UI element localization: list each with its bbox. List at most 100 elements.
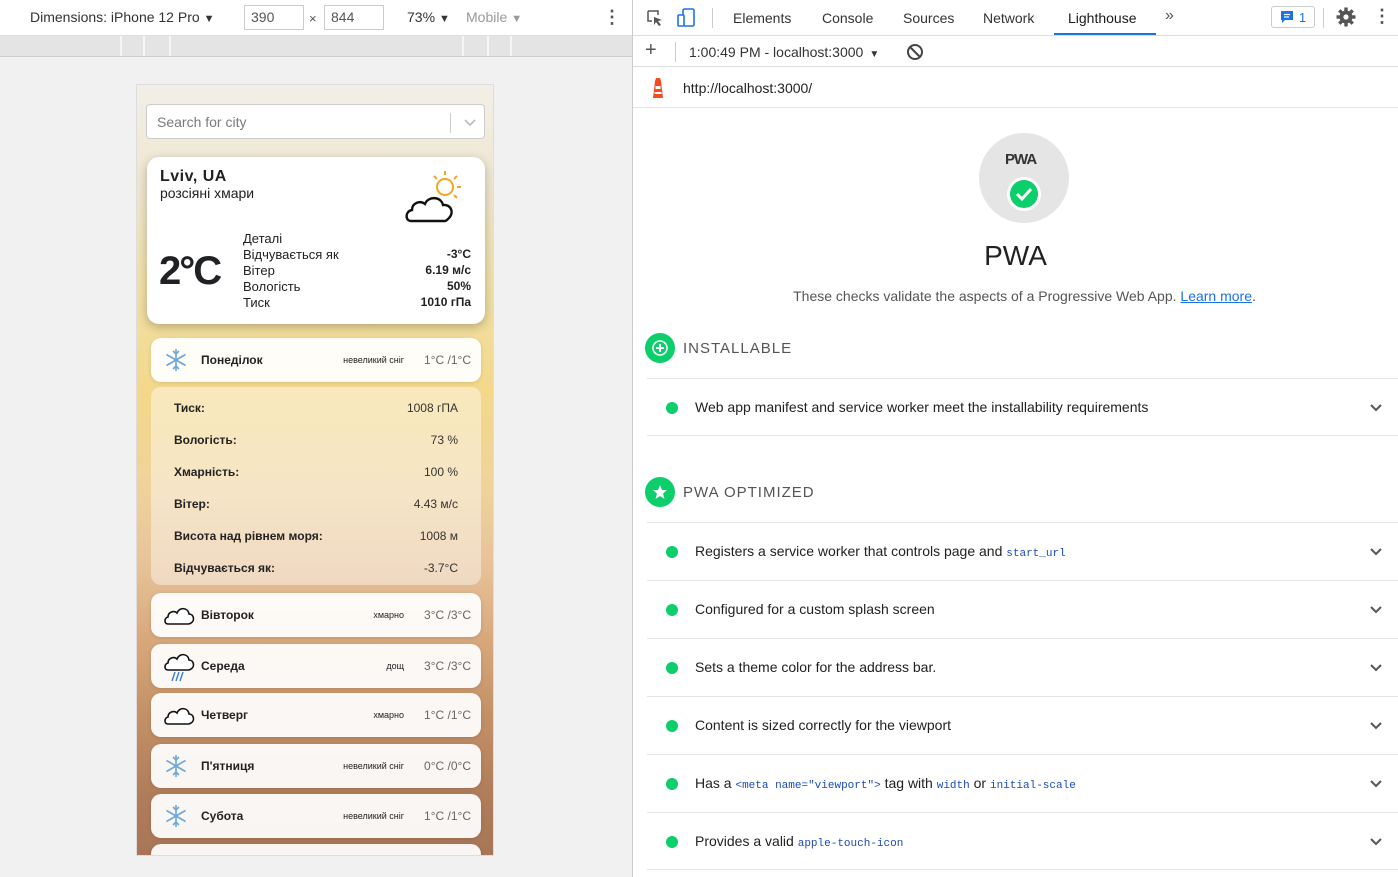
clear-report-icon[interactable] bbox=[906, 43, 924, 61]
group-pwa-optimized: PWA OPTIMIZED bbox=[645, 477, 815, 507]
caret-down-icon: ▼ bbox=[203, 13, 215, 25]
lighthouse-icon bbox=[653, 78, 663, 98]
detail-row: Відчувається як: -3.7°C bbox=[174, 561, 458, 575]
report-selector[interactable]: 1:00:49 PM - localhost:3000 ▼ bbox=[689, 44, 879, 60]
detail-row: Відчувається як -3°C bbox=[243, 247, 471, 262]
city-name: Lviv, UA bbox=[160, 168, 227, 185]
new-report-icon[interactable]: + bbox=[645, 39, 657, 62]
forecast-day-item[interactable]: Вівторок хмарно 3°C /3°C bbox=[151, 593, 481, 637]
forecast-day-item[interactable] bbox=[151, 844, 481, 855]
category-description: These checks validate the aspects of a P… bbox=[793, 288, 1256, 304]
more-options-icon[interactable]: ⋮ bbox=[603, 7, 621, 27]
ruler-tick[interactable] bbox=[462, 36, 464, 56]
chevron-down-icon[interactable] bbox=[461, 113, 479, 131]
forecast-day-item[interactable]: Понеділок невеликий сніг 1°C /1°C bbox=[151, 338, 481, 382]
message-icon bbox=[1280, 11, 1293, 23]
tab-sources[interactable]: Sources bbox=[903, 10, 954, 26]
ruler-tick[interactable] bbox=[120, 36, 122, 56]
pass-indicator bbox=[666, 402, 678, 414]
audit-item[interactable]: Provides a valid apple-touch-icon bbox=[647, 812, 1398, 870]
snowflake-icon bbox=[166, 805, 186, 827]
caret-down-icon: ▼ bbox=[511, 13, 523, 25]
pass-indicator bbox=[666, 836, 678, 848]
audit-item[interactable]: Configured for a custom splash screen bbox=[647, 580, 1398, 638]
cloud-icon bbox=[164, 707, 195, 725]
device-toolbar: Dimensions: iPhone 12 Pro ▼ 390 × 844 73%… bbox=[0, 0, 632, 35]
pass-indicator bbox=[666, 662, 678, 674]
snowflake-icon bbox=[166, 755, 186, 777]
zoom-selector[interactable]: 73% ▼ bbox=[407, 9, 450, 25]
snowflake-icon bbox=[166, 349, 186, 371]
pass-indicator bbox=[666, 778, 678, 790]
select-separator bbox=[450, 113, 451, 133]
rain-icon bbox=[164, 653, 195, 682]
tab-elements[interactable]: Elements bbox=[733, 10, 791, 26]
pwa-logo: PWA bbox=[1005, 151, 1037, 168]
detail-row: Висота над рівнем моря: 1008 м bbox=[174, 529, 458, 543]
issues-badge[interactable]: 1 bbox=[1271, 6, 1315, 28]
tab-network[interactable]: Network bbox=[983, 10, 1034, 26]
caret-down-icon: ▼ bbox=[869, 49, 880, 60]
detail-row: Хмарність: 100 % bbox=[174, 465, 458, 479]
caret-down-icon: ▼ bbox=[439, 13, 450, 25]
city-search-select[interactable]: Search for city bbox=[146, 104, 485, 139]
chevron-down-icon[interactable] bbox=[1369, 835, 1383, 849]
category-title: PWA bbox=[984, 240, 1047, 271]
current-weather-card: Lviv, UA розсіяні хмари 2°C Деталі Відчу… bbox=[147, 157, 485, 324]
search-placeholder: Search for city bbox=[157, 114, 247, 130]
detail-row: Вологість: 73 % bbox=[174, 433, 458, 447]
gear-icon[interactable] bbox=[1336, 7, 1356, 27]
chevron-down-icon[interactable] bbox=[1369, 401, 1383, 415]
more-tabs-icon[interactable]: » bbox=[1165, 7, 1174, 25]
tab-console[interactable]: Console bbox=[822, 10, 873, 26]
audit-item[interactable]: Sets a theme color for the address bar. bbox=[647, 638, 1398, 696]
chevron-down-icon[interactable] bbox=[1369, 545, 1383, 559]
device-emulation-pane: Dimensions: iPhone 12 Pro ▼ 390 × 844 73%… bbox=[0, 0, 632, 877]
star-icon bbox=[645, 477, 675, 507]
toolbar-separator bbox=[1323, 8, 1324, 28]
audit-item[interactable]: Registers a service worker that controls… bbox=[647, 522, 1398, 580]
forecast-day-item[interactable]: П'ятниця невеликий сніг 0°C /0°C bbox=[151, 744, 481, 788]
chevron-down-icon[interactable] bbox=[1369, 777, 1383, 791]
toolbar-separator bbox=[675, 42, 676, 62]
report-url[interactable]: http://localhost:3000/ bbox=[683, 80, 812, 96]
device-type-selector[interactable]: Mobile ▼ bbox=[466, 9, 522, 25]
forecast-day-item[interactable]: Субота невеликий сніг 1°C /1°C bbox=[151, 794, 481, 838]
active-tab-indicator bbox=[1054, 33, 1156, 35]
pass-indicator bbox=[666, 720, 678, 732]
ruler-tick[interactable] bbox=[487, 36, 489, 56]
detail-row: Вологість 50% bbox=[243, 279, 471, 294]
forecast-day-item[interactable]: Середа дощ 3°C /3°C bbox=[151, 644, 481, 688]
toolbar-separator bbox=[712, 8, 713, 28]
weather-description: розсіяні хмари bbox=[160, 185, 255, 201]
learn-more-link[interactable]: Learn more bbox=[1180, 288, 1252, 304]
group-installable: INSTALLABLE bbox=[645, 333, 792, 363]
devtools-panel: Elements Console Sources Network Lightho… bbox=[633, 0, 1398, 877]
audit-item[interactable]: Has a <meta name="viewport"> tag with wi… bbox=[647, 754, 1398, 812]
device-toolbar-icon[interactable] bbox=[676, 8, 696, 28]
audit-item[interactable]: Web app manifest and service worker meet… bbox=[647, 378, 1398, 436]
device-selector[interactable]: Dimensions: iPhone 12 Pro ▼ bbox=[30, 9, 215, 25]
ruler-tick[interactable] bbox=[169, 36, 171, 56]
phone-viewport: Search for city Lviv, UA розсіяні хмари … bbox=[136, 84, 494, 856]
width-input[interactable]: 390 bbox=[244, 5, 304, 30]
current-temperature: 2°C bbox=[159, 249, 222, 293]
audit-item[interactable]: Content is sized correctly for the viewp… bbox=[647, 696, 1398, 754]
pwa-gauge: PWA bbox=[979, 133, 1069, 223]
tab-lighthouse[interactable]: Lighthouse bbox=[1068, 10, 1137, 26]
devtools-tabbar: Elements Console Sources Network Lightho… bbox=[633, 0, 1398, 36]
report-url-bar: http://localhost:3000/ bbox=[633, 67, 1398, 108]
chevron-down-icon[interactable] bbox=[1369, 661, 1383, 675]
chevron-down-icon[interactable] bbox=[1369, 719, 1383, 733]
ruler-tick[interactable] bbox=[510, 36, 512, 56]
inspect-element-icon[interactable] bbox=[645, 8, 665, 28]
pass-indicator bbox=[666, 604, 678, 616]
ruler-tick[interactable] bbox=[143, 36, 145, 56]
detail-row: Вітер 6.19 м/с bbox=[243, 263, 471, 278]
customize-menu-icon[interactable]: ⋮ bbox=[1373, 6, 1391, 27]
detail-row: Вітер: 4.43 м/с bbox=[174, 497, 458, 511]
height-input[interactable]: 844 bbox=[324, 5, 384, 30]
forecast-day-item[interactable]: Четверг хмарно 1°C /1°C bbox=[151, 693, 481, 737]
lighthouse-toolbar: + 1:00:49 PM - localhost:3000 ▼ bbox=[633, 36, 1398, 67]
chevron-down-icon[interactable] bbox=[1369, 603, 1383, 617]
